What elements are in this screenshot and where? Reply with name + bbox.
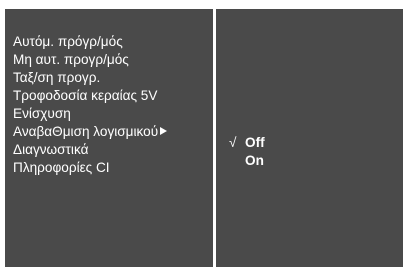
submenu-panel: √ Off On bbox=[214, 7, 405, 269]
menu-item-booster[interactable]: Ενίσχυση bbox=[11, 105, 211, 123]
arrow-right-icon bbox=[160, 127, 168, 135]
menu-item-label: Αυτόμ. πρόγρ/μός bbox=[13, 34, 123, 49]
menu-item-label: Τροφοδοσία κεραίας 5V bbox=[13, 88, 158, 103]
menu-item-ci-information[interactable]: Πληροφορίες CI bbox=[11, 159, 211, 177]
menu-item-label: Ταξ/ση προγρ. bbox=[13, 70, 101, 85]
setup-menu-panel: Αυτόμ. πρόγρ/μός Μη αυτ. προγρ/μός Ταξ/σ… bbox=[3, 7, 215, 269]
checkmark-icon: √ bbox=[229, 135, 237, 150]
menu-item-label: Μη αυτ. προγρ/μός bbox=[13, 52, 129, 67]
software-update-options: √ Off On bbox=[229, 134, 265, 170]
menu-item-label: Πληροφορίες CI bbox=[13, 160, 110, 175]
setup-menu-list: Αυτόμ. πρόγρ/μός Μη αυτ. προγρ/μός Ταξ/σ… bbox=[11, 33, 211, 177]
menu-item-label: Ενίσχυση bbox=[13, 106, 71, 121]
tv-setup-menu-screen: Αυτόμ. πρόγρ/μός Μη αυτ. προγρ/μός Ταξ/σ… bbox=[0, 0, 409, 277]
menu-item-diagnostics[interactable]: Διαγνωστικά bbox=[11, 141, 211, 159]
menu-item-programme-sort[interactable]: Ταξ/ση προγρ. bbox=[11, 69, 211, 87]
menu-item-auto-programme[interactable]: Αυτόμ. πρόγρ/μός bbox=[11, 33, 211, 51]
menu-item-manual-programme[interactable]: Μη αυτ. προγρ/μός bbox=[11, 51, 211, 69]
option-label: Off bbox=[245, 135, 265, 150]
option-on[interactable]: On bbox=[229, 152, 265, 170]
menu-item-label: Διαγνωστικά bbox=[13, 142, 89, 157]
option-label: On bbox=[245, 153, 264, 168]
menu-item-antenna-power-5v[interactable]: Τροφοδοσία κεραίας 5V bbox=[11, 87, 211, 105]
menu-item-software-update[interactable]: ΑναβαΘμιση λογισμικού bbox=[11, 123, 211, 141]
menu-item-label: ΑναβαΘμιση λογισμικού bbox=[13, 124, 159, 139]
option-off[interactable]: √ Off bbox=[229, 134, 265, 152]
